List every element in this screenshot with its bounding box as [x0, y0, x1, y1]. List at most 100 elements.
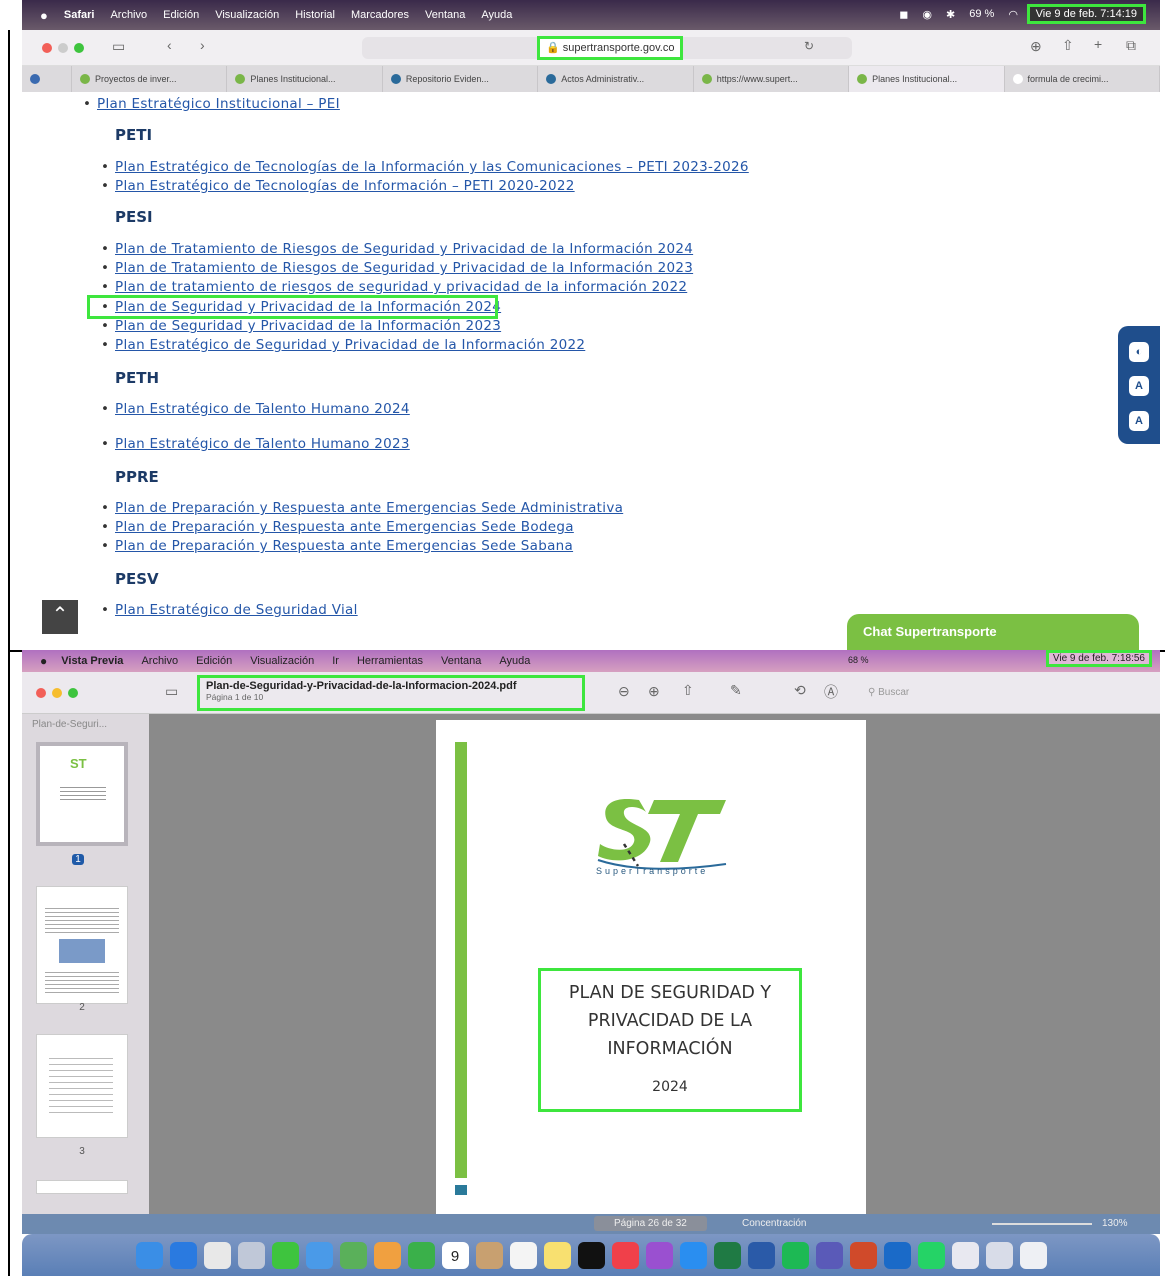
- tab-1[interactable]: [22, 66, 72, 92]
- download-icon[interactable]: ⊕: [1030, 38, 1042, 55]
- back-icon[interactable]: ‹: [167, 37, 172, 53]
- link-pesi-6[interactable]: Plan Estratégico de Seguridad y Privacid…: [101, 337, 585, 353]
- tab-6[interactable]: https://www.supert...: [694, 66, 850, 92]
- link-pesi-3[interactable]: Plan de tratamiento de riesgos de seguri…: [101, 279, 687, 295]
- powerpoint-icon[interactable]: [849, 1241, 877, 1269]
- tab-4[interactable]: Repositorio Eviden...: [383, 66, 539, 92]
- menu-ventana[interactable]: Ventana: [441, 655, 481, 667]
- font-increase-icon[interactable]: A: [1129, 411, 1149, 431]
- tab-5[interactable]: Actos Administrativ...: [538, 66, 694, 92]
- zoom-button[interactable]: [74, 43, 84, 53]
- forward-icon[interactable]: ›: [200, 37, 205, 53]
- link-ppre-2[interactable]: Plan de Preparación y Respuesta ante Eme…: [101, 519, 574, 535]
- tv-icon[interactable]: [577, 1241, 605, 1269]
- document-title[interactable]: Plan-de-Seguridad-y-Privacidad-de-la-Inf…: [197, 675, 585, 711]
- page-thumbnail-1[interactable]: ST: [36, 742, 128, 846]
- record-icon[interactable]: ◼: [899, 8, 908, 21]
- page-thumbnail-4[interactable]: [36, 1180, 128, 1194]
- play-icon[interactable]: ◉: [922, 8, 932, 21]
- facetime-icon[interactable]: [407, 1241, 435, 1269]
- share-icon[interactable]: ⇧: [682, 682, 694, 699]
- menu-visualizacion[interactable]: Visualización: [215, 9, 279, 21]
- menu-archivo[interactable]: Archivo: [110, 9, 147, 21]
- whatsapp-icon[interactable]: [917, 1241, 945, 1269]
- zoom-out-icon[interactable]: ⊖: [618, 683, 630, 700]
- tab-overview-icon[interactable]: ⧉: [1126, 37, 1136, 54]
- link-pesi-5[interactable]: Plan de Seguridad y Privacidad de la Inf…: [101, 318, 501, 334]
- annotate-icon[interactable]: Ⓐ: [824, 682, 838, 702]
- link-peti-2020[interactable]: Plan Estratégico de Tecnologías de Infor…: [101, 178, 575, 194]
- menubar-clock[interactable]: Vie 9 de feb. 7:18:56: [1045, 650, 1152, 667]
- scroll-to-top-button[interactable]: ⌃: [42, 600, 78, 634]
- menu-app-name[interactable]: Vista Previa: [61, 655, 123, 667]
- minimize-button[interactable]: [58, 43, 68, 53]
- wifi-icon[interactable]: ◠: [1008, 8, 1018, 21]
- rotate-icon[interactable]: ⟲: [794, 682, 806, 699]
- menubar-clock[interactable]: Vie 9 de feb. 7:14:19: [1026, 4, 1146, 24]
- zoom-slider[interactable]: [992, 1223, 1092, 1225]
- podcasts-icon[interactable]: [645, 1241, 673, 1269]
- trash-icon[interactable]: [1019, 1241, 1047, 1269]
- preview-icon[interactable]: [951, 1241, 979, 1269]
- link-peth-2024[interactable]: Plan Estratégico de Talento Humano 2024: [101, 401, 410, 417]
- close-button[interactable]: [36, 688, 46, 698]
- menu-ir[interactable]: Ir: [332, 655, 339, 667]
- menu-edicion[interactable]: Edición: [163, 9, 199, 21]
- menu-edicion[interactable]: Edición: [196, 655, 232, 667]
- tab-3[interactable]: Planes Institucional...: [227, 66, 383, 92]
- photos-icon[interactable]: [373, 1241, 401, 1269]
- reminders-icon[interactable]: [509, 1241, 537, 1269]
- menu-archivo[interactable]: Archivo: [141, 655, 178, 667]
- page-thumbnail-3[interactable]: [36, 1034, 128, 1138]
- url-text[interactable]: 🔒 supertransporte.gov.co: [537, 36, 684, 60]
- menu-ventana[interactable]: Ventana: [425, 9, 465, 21]
- sidebar-toggle-icon[interactable]: ▭: [165, 683, 178, 700]
- zoom-button[interactable]: [68, 688, 78, 698]
- sidebar-icon[interactable]: ▭: [112, 38, 125, 55]
- contrast-icon[interactable]: ◐: [1129, 342, 1149, 362]
- zoom-in-icon[interactable]: ⊕: [648, 683, 660, 700]
- apple-icon[interactable]: ●: [40, 654, 47, 668]
- mail-icon[interactable]: [305, 1241, 333, 1269]
- excel-icon[interactable]: [713, 1241, 741, 1269]
- tab-8[interactable]: formula de crecimi...: [1005, 66, 1160, 92]
- tab-2[interactable]: Proyectos de inver...: [72, 66, 228, 92]
- share-icon[interactable]: ⇧: [1062, 37, 1074, 54]
- contacts-icon[interactable]: [475, 1241, 503, 1269]
- teams-icon[interactable]: [815, 1241, 843, 1269]
- downloads-icon[interactable]: [985, 1241, 1013, 1269]
- app-store-icon[interactable]: [679, 1241, 707, 1269]
- calendar-icon[interactable]: 9: [441, 1241, 469, 1269]
- finder-icon[interactable]: [135, 1241, 163, 1269]
- launchpad-icon[interactable]: [237, 1241, 265, 1269]
- spotify-icon[interactable]: [781, 1241, 809, 1269]
- menu-app-name[interactable]: Safari: [64, 9, 95, 21]
- link-pesi-2[interactable]: Plan de Tratamiento de Riesgos de Seguri…: [101, 260, 693, 276]
- address-bar[interactable]: 🔒 supertransporte.gov.co ↻: [362, 36, 852, 60]
- link-ppre-1[interactable]: Plan de Preparación y Respuesta ante Eme…: [101, 500, 623, 516]
- reload-icon[interactable]: ↻: [804, 39, 814, 53]
- link-ppre-3[interactable]: Plan de Preparación y Respuesta ante Eme…: [101, 538, 573, 554]
- new-tab-icon[interactable]: +: [1094, 36, 1102, 52]
- link-peth-2023[interactable]: Plan Estratégico de Talento Humano 2023: [101, 436, 410, 452]
- menu-herramientas[interactable]: Herramientas: [357, 655, 423, 667]
- menu-ayuda[interactable]: Ayuda: [481, 9, 512, 21]
- word-icon[interactable]: [747, 1241, 775, 1269]
- link-pesv[interactable]: Plan Estratégico de Seguridad Vial: [101, 602, 358, 618]
- link-pesi-1[interactable]: Plan de Tratamiento de Riesgos de Seguri…: [101, 241, 693, 257]
- focus-mode[interactable]: Concentración: [742, 1218, 806, 1229]
- font-decrease-icon[interactable]: A: [1129, 376, 1149, 396]
- safari-icon[interactable]: [169, 1241, 197, 1269]
- search-field[interactable]: ⚲ Buscar: [860, 682, 1150, 704]
- notes-icon[interactable]: [543, 1241, 571, 1269]
- close-button[interactable]: [42, 43, 52, 53]
- chat-button[interactable]: Chat Supertransporte: [847, 614, 1139, 652]
- menu-ayuda[interactable]: Ayuda: [499, 655, 530, 667]
- menu-marcadores[interactable]: Marcadores: [351, 9, 409, 21]
- page-thumbnail-2[interactable]: [36, 886, 128, 1004]
- menu-historial[interactable]: Historial: [295, 9, 335, 21]
- maps-icon[interactable]: [339, 1241, 367, 1269]
- link-peti-2023[interactable]: Plan Estratégico de Tecnologías de la In…: [101, 159, 749, 175]
- messages-icon[interactable]: [271, 1241, 299, 1269]
- tab-7[interactable]: Planes Institucional...: [849, 66, 1005, 92]
